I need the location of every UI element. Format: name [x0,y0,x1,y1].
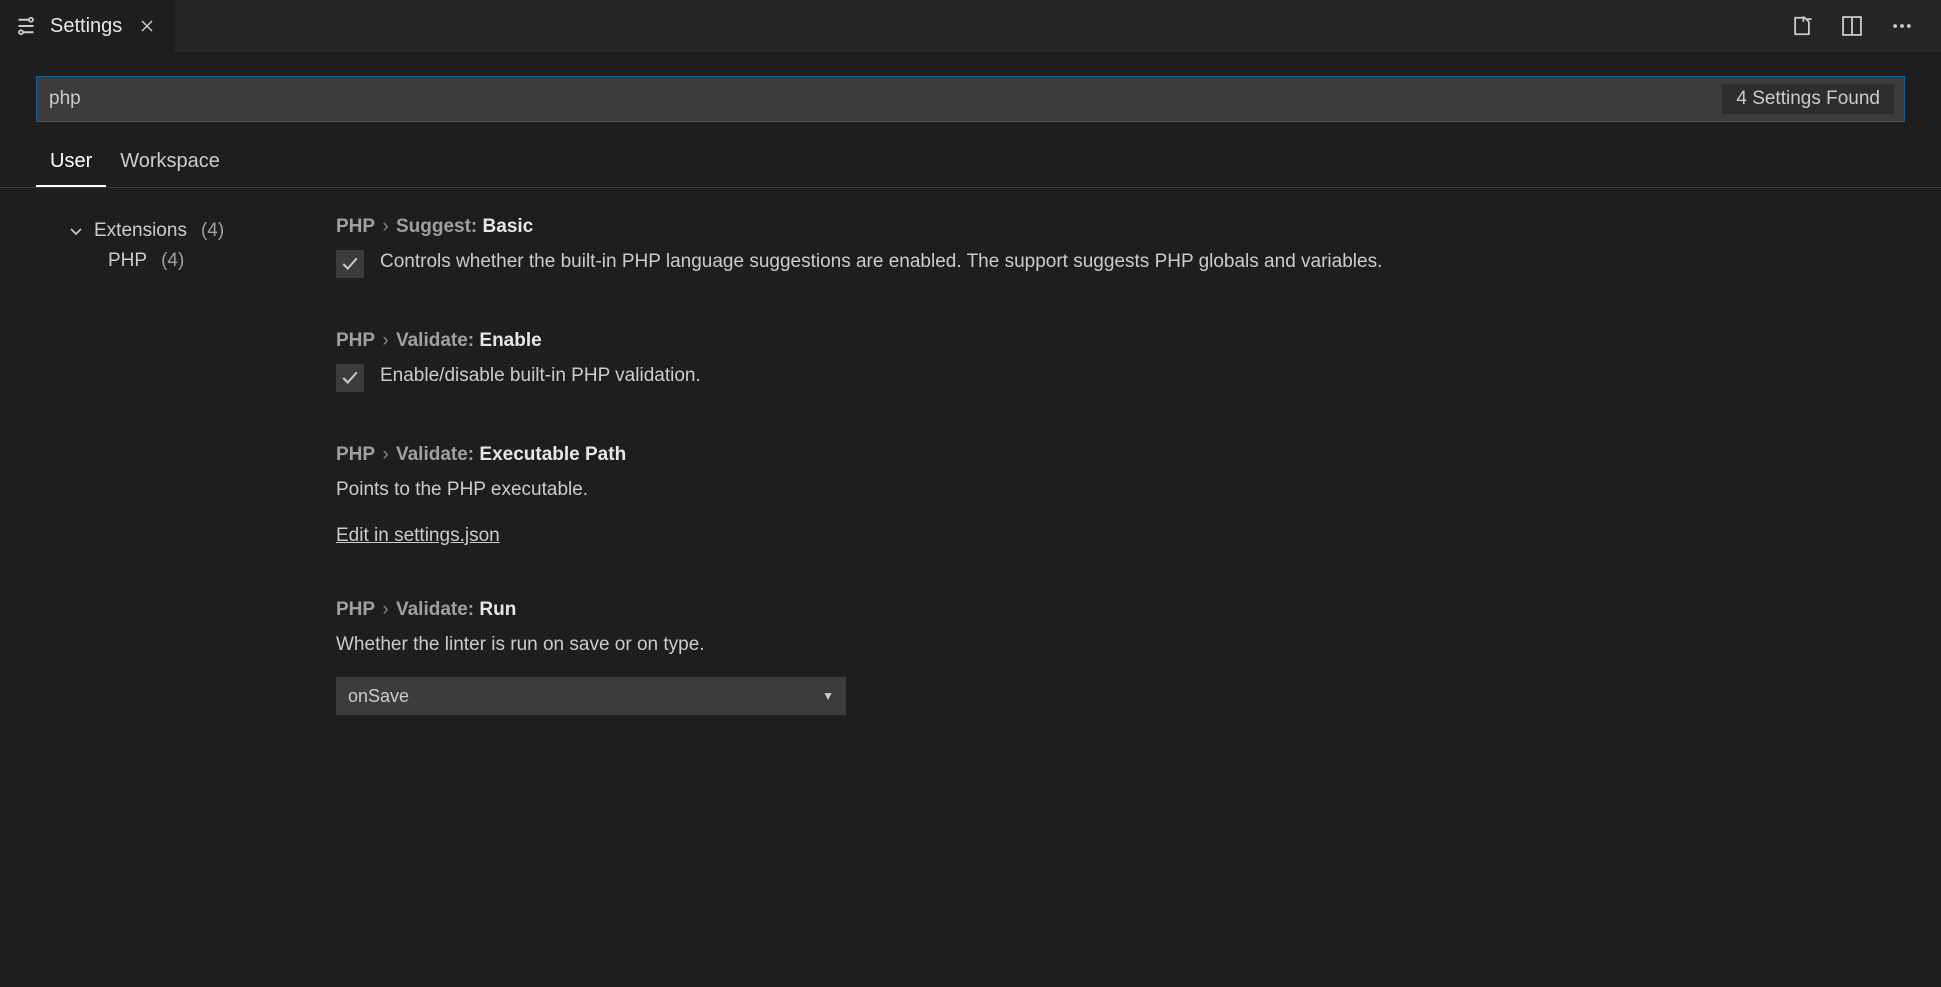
setting-php-validate-enable: PHP › Validate: Enable Enable/disable bu… [336,330,1905,392]
separator-icon: › [382,444,394,465]
setting-name: Enable [479,330,541,351]
tab-label: Settings [50,15,122,38]
tab-settings[interactable]: Settings [0,0,174,52]
settings-search-box: 4 Settings Found [36,76,1905,122]
editor-tabbar: Settings [0,0,1941,52]
setting-php-validate-run: PHP › Validate: Run Whether the linter i… [336,599,1905,716]
separator-icon: › [382,216,394,237]
setting-group: Validate: [396,444,474,465]
setting-php-validate-executable-path: PHP › Validate: Executable Path Points t… [336,444,1905,547]
check-icon [341,369,359,387]
caret-down-icon: ▼ [822,689,834,703]
setting-description: Points to the PHP executable. [336,476,1905,505]
scope-tab-label: User [50,150,92,172]
check-icon [341,255,359,273]
setting-title: PHP › Suggest: Basic [336,216,1905,238]
settings-body: Extensions (4) PHP (4) PHP › Suggest: Ba… [0,188,1941,767]
tabbar-actions [1791,0,1941,52]
tree-item-label: PHP [108,250,147,272]
setting-body: Controls whether the built-in PHP langua… [336,248,1905,278]
settings-scope-tabs: User Workspace [0,122,1941,188]
setting-scope: PHP [336,216,375,237]
separator-icon: › [382,599,394,620]
settings-results-count-badge: 4 Settings Found [1722,84,1894,114]
select-value: onSave [348,686,409,707]
settings-search-row: 4 Settings Found [0,52,1941,122]
more-actions-icon[interactable] [1891,15,1913,37]
tree-item-extensions[interactable]: Extensions (4) [36,216,336,246]
settings-tree: Extensions (4) PHP (4) [36,188,336,767]
setting-group: Validate: [396,599,474,620]
chevron-down-icon [68,223,84,239]
settings-file-icon [16,16,36,36]
tabbar-spacer [174,0,1791,52]
scope-tab-workspace[interactable]: Workspace [106,142,234,187]
setting-name: Run [479,599,516,620]
edit-in-settings-json-link[interactable]: Edit in settings.json [336,525,500,547]
setting-php-suggest-basic: PHP › Suggest: Basic Controls whether th… [336,216,1905,278]
separator-icon: › [382,330,394,351]
setting-title: PHP › Validate: Run [336,599,1905,621]
setting-name: Executable Path [479,444,626,465]
close-icon[interactable] [136,15,158,37]
open-settings-json-icon[interactable] [1791,15,1813,37]
setting-description: Whether the linter is run on save or on … [336,631,1905,660]
settings-search-input[interactable] [37,77,1722,121]
tree-item-php[interactable]: PHP (4) [36,246,336,276]
setting-scope: PHP [336,599,375,620]
setting-name: Basic [483,216,534,237]
setting-title: PHP › Validate: Enable [336,330,1905,352]
setting-body: Enable/disable built-in PHP validation. [336,362,1905,392]
tree-item-count: (4) [161,250,184,272]
select-validate-run[interactable]: onSave ▼ [336,677,846,715]
scope-tab-label: Workspace [120,150,220,172]
tree-item-count: (4) [201,220,224,242]
setting-group: Validate: [396,330,474,351]
settings-list: PHP › Suggest: Basic Controls whether th… [336,188,1905,767]
setting-description: Controls whether the built-in PHP langua… [380,248,1382,277]
checkbox[interactable] [336,250,364,278]
setting-description: Enable/disable built-in PHP validation. [380,362,701,391]
setting-title: PHP › Validate: Executable Path [336,444,1905,466]
tree-item-label: Extensions [94,220,187,242]
setting-scope: PHP [336,330,375,351]
split-editor-icon[interactable] [1841,15,1863,37]
checkbox[interactable] [336,364,364,392]
setting-scope: PHP [336,444,375,465]
scope-tab-user[interactable]: User [36,142,106,187]
setting-group: Suggest: [396,216,477,237]
